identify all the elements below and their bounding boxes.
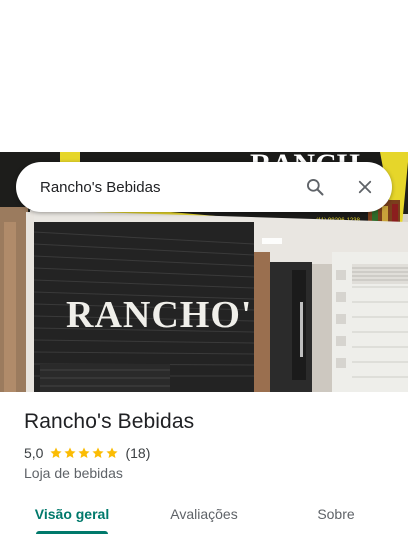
tab-overview[interactable]: Visão geral [24,494,120,534]
star-icon [106,447,119,458]
star-icon [92,447,105,458]
tab-reviews[interactable]: Avaliações [156,494,252,534]
place-title: Rancho's Bebidas [24,410,195,433]
close-button[interactable] [352,174,378,200]
rating-summary[interactable]: 5,0 (18) [24,444,150,462]
close-icon [358,180,372,194]
review-count[interactable]: (18) [125,445,150,461]
search-bar[interactable]: Rancho's Bebidas [16,162,392,212]
tab-about[interactable]: Sobre [288,494,384,534]
place-details-page: RANCH (11) 98206-1238 [0,0,408,544]
rating-value: 5,0 [24,445,44,461]
rating-stars [49,446,119,460]
star-icon [78,447,91,458]
place-category[interactable]: Loja de bebidas [24,465,123,481]
place-tabs: Visão geral Avaliações Sobre [0,494,408,544]
star-icon [64,447,77,458]
active-tab-indicator [36,531,108,534]
search-button[interactable] [302,174,328,200]
search-icon [307,179,324,196]
shop-sign-text: RANCHO'S [66,294,275,336]
star-icon [50,447,63,458]
search-query-text[interactable]: Rancho's Bebidas [40,179,302,196]
